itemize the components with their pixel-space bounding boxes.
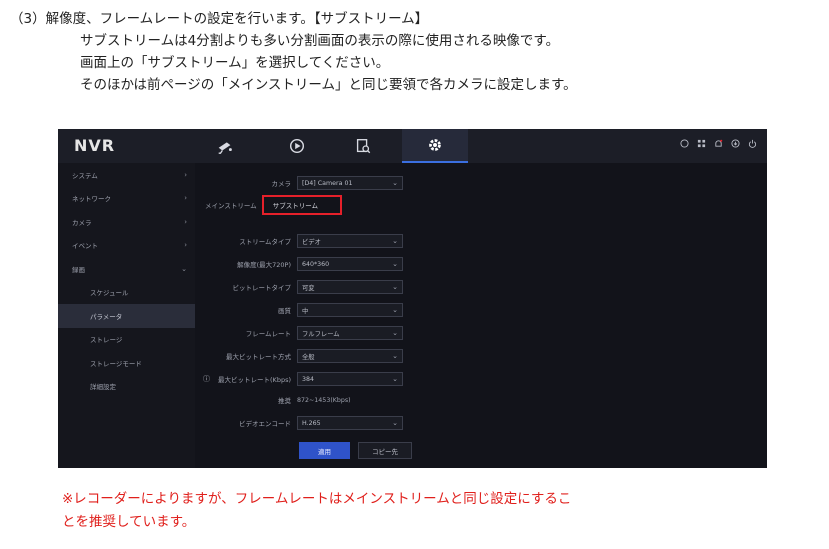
sidebar-item-event[interactable]: イベント ›: [58, 234, 195, 258]
encode-label: ビデオエンコード: [239, 420, 291, 428]
chevron-down-icon: ⌄: [392, 419, 398, 427]
highlight-box: [262, 195, 342, 215]
camera-label: カメラ: [271, 180, 292, 188]
note-line-2: とを推奨しています。: [62, 514, 196, 530]
note-line-1: ※レコーダーによりますが、フレームレートはメインストリームと同じ設定にするこ: [62, 491, 572, 507]
chevron-down-icon: ⌄: [392, 283, 398, 291]
sidebar-item-recording[interactable]: 録画 ⌄: [58, 257, 195, 281]
download-icon[interactable]: [730, 138, 740, 148]
parameters-panel: カメラ [D4] Camera 01 ⌄ メインストリーム サブストリーム ストリ…: [195, 163, 767, 468]
camera-icon: [218, 142, 232, 154]
chevron-down-icon: ⌄: [392, 375, 398, 383]
tab-main-stream[interactable]: メインストリーム: [201, 197, 261, 214]
nvr-logo: NVR: [74, 136, 116, 155]
field-label: 画質: [278, 307, 291, 315]
instruction-line-4: そのほかは前ページの「メインストリーム」と同じ要領で各カメラに設定します。: [80, 77, 577, 93]
max-bitrate-mode-select[interactable]: 全般 ⌄: [297, 349, 403, 363]
nav-playback[interactable]: [264, 129, 330, 163]
status-icons: [679, 138, 757, 148]
field-label: フレームレート: [245, 330, 291, 338]
chevron-down-icon: ⌄: [392, 306, 398, 314]
instructions: （3）解像度、フレームレートの設定を行います。【サブストリーム】 サブストリーム…: [10, 8, 820, 96]
alarm-icon[interactable]: [713, 138, 723, 148]
instruction-line-2: サブストリームは4分割よりも多い分割画面の表示の際に使用される映像です。: [80, 33, 560, 49]
playback-icon: [289, 138, 305, 154]
apply-button[interactable]: 適用: [299, 442, 350, 459]
recommendation-note: ※レコーダーによりますが、フレームレートはメインストリームと同じ設定にするこ と…: [62, 488, 782, 534]
gear-icon: [429, 139, 441, 151]
chevron-down-icon: ⌄: [392, 260, 398, 268]
chevron-down-icon: ⌄: [392, 329, 398, 337]
search-file-icon: [356, 139, 371, 154]
frame-rate-select[interactable]: フルフレーム ⌄: [297, 326, 403, 340]
bitrate-type-select[interactable]: 可変 ⌄: [297, 280, 403, 294]
sidebar-item-advanced[interactable]: 詳細設定: [58, 375, 195, 399]
nav-search[interactable]: [330, 129, 396, 163]
chevron-down-icon: ⌄: [392, 352, 398, 360]
sidebar-item-network[interactable]: ネットワーク ›: [58, 187, 195, 211]
sidebar-item-system[interactable]: システム ›: [58, 163, 195, 187]
copy-to-button[interactable]: コピー先: [358, 442, 412, 459]
power-icon[interactable]: [747, 138, 757, 148]
top-navigation-bar: NVR: [58, 129, 767, 163]
sidebar-item-schedule[interactable]: スケジュール: [58, 281, 195, 305]
settings-sidebar: システム › ネットワーク › カメラ › イベント › 録画 ⌄ スケジュール パラメー…: [58, 163, 195, 468]
stream-type-select[interactable]: ビデオ ⌄: [297, 234, 403, 248]
chevron-right-icon: ›: [184, 170, 187, 179]
quality-select[interactable]: 中 ⌄: [297, 303, 403, 317]
instruction-line-3: 画面上の「サブストリーム」を選択してください。: [80, 55, 390, 71]
video-encode-select[interactable]: H.265 ⌄: [297, 416, 403, 430]
field-label: 解像度(最大720P): [237, 261, 291, 269]
info-icon[interactable]: ⓘ: [203, 374, 210, 384]
sidebar-item-camera[interactable]: カメラ ›: [58, 210, 195, 234]
field-label: 最大ビットレート(Kbps): [218, 376, 291, 384]
nvr-screenshot: NVR システム › ネットワーク › カメラ › イベント › 録画 ⌄ スケジュール …: [58, 129, 767, 468]
chevron-right-icon: ›: [184, 194, 187, 203]
sidebar-item-storage-mode[interactable]: ストレージモード: [58, 351, 195, 375]
field-label: 最大ビットレート方式: [226, 353, 291, 361]
chevron-down-icon: ⌄: [392, 179, 398, 187]
chevron-right-icon: ›: [184, 217, 187, 226]
nav-live-view[interactable]: [192, 129, 258, 163]
recommend-value: 872~1453(Kbps): [297, 396, 351, 404]
camera-select[interactable]: [D4] Camera 01 ⌄: [297, 176, 403, 190]
grid-icon[interactable]: [696, 138, 706, 148]
max-bitrate-select[interactable]: 384 ⌄: [297, 372, 403, 386]
nav-settings[interactable]: [402, 129, 468, 163]
chevron-right-icon: ›: [184, 241, 187, 250]
sidebar-item-parameters[interactable]: パラメータ: [58, 304, 195, 328]
chevron-down-icon: ⌄: [392, 237, 398, 245]
resolution-select[interactable]: 640*360 ⌄: [297, 257, 403, 271]
field-label: ストリームタイプ: [239, 238, 291, 246]
sidebar-item-storage[interactable]: ストレージ: [58, 328, 195, 352]
record-status-icon[interactable]: [679, 138, 689, 148]
recommend-label: 推奨: [278, 397, 291, 405]
field-label: ビットレートタイプ: [232, 284, 292, 292]
chevron-down-icon: ⌄: [181, 264, 187, 273]
instruction-line-1: （3）解像度、フレームレートの設定を行います。【サブストリーム】: [10, 11, 429, 27]
